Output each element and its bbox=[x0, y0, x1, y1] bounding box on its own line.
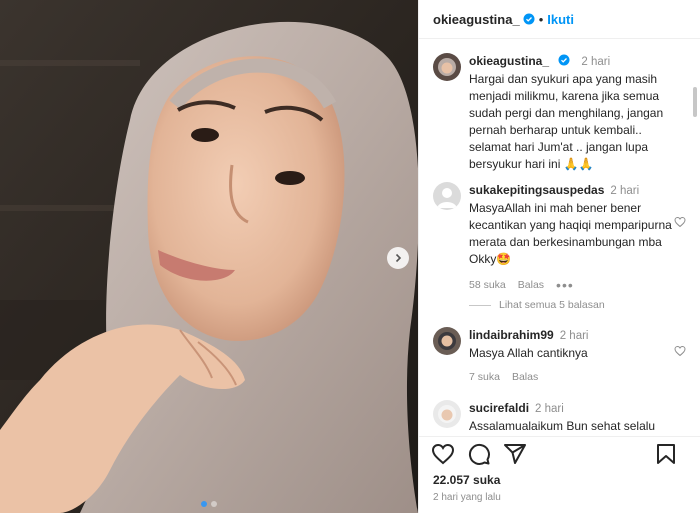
avatar[interactable] bbox=[433, 53, 461, 81]
view-replies-button[interactable]: Lihat semua 5 balasan bbox=[469, 299, 605, 311]
comment-time[interactable]: 2 hari bbox=[535, 403, 564, 415]
avatar[interactable] bbox=[433, 400, 461, 428]
carousel-dot bbox=[211, 501, 217, 507]
comment-item: lindaibrahim99 2 hari Masya Allah cantikn… bbox=[433, 327, 686, 383]
verified-badge-icon bbox=[558, 54, 570, 66]
comment-options-button[interactable]: ••• bbox=[556, 277, 574, 293]
instagram-post: okieagustina_ • Ikuti okieagustina_ 2 ha… bbox=[0, 0, 700, 513]
post-photo bbox=[0, 0, 418, 513]
follow-button[interactable]: Ikuti bbox=[547, 12, 574, 27]
post-username[interactable]: okieagustina_ bbox=[433, 12, 520, 27]
comment-bubble-icon[interactable] bbox=[467, 442, 491, 466]
comment-username[interactable]: lindaibrahim99 bbox=[469, 328, 554, 342]
comment-like-heart-icon[interactable] bbox=[674, 216, 686, 228]
caption: okieagustina_ 2 hari Hargai dan syukuri … bbox=[433, 53, 674, 173]
bookmark-icon[interactable] bbox=[654, 442, 678, 466]
replies-divider-line bbox=[469, 304, 491, 306]
chevron-right-icon bbox=[395, 253, 402, 263]
comment-like-heart-icon[interactable] bbox=[674, 345, 686, 357]
comment-text-block: lindaibrahim99 2 hari Masya Allah cantikn… bbox=[469, 327, 674, 362]
comment-time[interactable]: 2 hari bbox=[610, 185, 639, 197]
carousel-next-button[interactable] bbox=[387, 247, 409, 269]
avatar[interactable] bbox=[433, 327, 461, 355]
paper-plane-icon[interactable] bbox=[503, 442, 527, 466]
comment-text-block: sukakepitingsauspedas 2 hari MasyaAllah i… bbox=[469, 182, 674, 268]
likes-count[interactable]: 22.057 suka bbox=[433, 473, 500, 487]
caption-text: Hargai dan syukuri apa yang masih menjad… bbox=[469, 72, 664, 171]
post-actions-bar bbox=[419, 436, 700, 471]
caption-text-block: okieagustina_ 2 hari Hargai dan syukuri … bbox=[469, 53, 674, 173]
comment-likes[interactable]: 7 suka bbox=[469, 371, 500, 383]
comment-likes[interactable]: 58 suka bbox=[469, 279, 506, 291]
comment-item: sucirefaldi 2 hari Assalamualaikum Bun se… bbox=[433, 400, 674, 435]
scrollbar-thumb[interactable] bbox=[693, 87, 697, 117]
caption-username[interactable]: okieagustina_ bbox=[469, 54, 549, 68]
post-media[interactable] bbox=[0, 0, 418, 513]
comment-time[interactable]: 2 hari bbox=[560, 330, 589, 342]
comment-text: Masya Allah cantiknya bbox=[469, 346, 588, 360]
view-replies-label: Lihat semua 5 balasan bbox=[499, 299, 605, 311]
post-side-panel: okieagustina_ • Ikuti okieagustina_ 2 ha… bbox=[418, 0, 700, 513]
comment-text: Assalamualaikum Bun sehat selalu bbox=[469, 419, 656, 433]
comment-meta: 7 suka Balas bbox=[469, 371, 674, 383]
post-header: okieagustina_ • Ikuti bbox=[419, 0, 700, 39]
carousel-indicator bbox=[0, 501, 418, 507]
comment-username[interactable]: sukakepitingsauspedas bbox=[469, 183, 604, 197]
comment-text-block: sucirefaldi 2 hari Assalamualaikum Bun se… bbox=[469, 400, 674, 435]
comment-item: sukakepitingsauspedas 2 hari MasyaAllah i… bbox=[433, 182, 686, 293]
comment-text: MasyaAllah ini mah bener bener kecantika… bbox=[469, 201, 672, 266]
carousel-dot-active bbox=[201, 501, 207, 507]
avatar[interactable] bbox=[433, 182, 461, 210]
header-separator: • bbox=[538, 11, 544, 27]
post-timestamp: 2 hari yang lalu bbox=[433, 492, 501, 503]
comments-scroll-area[interactable]: okieagustina_ 2 hari Hargai dan syukuri … bbox=[419, 39, 700, 436]
verified-badge-icon bbox=[523, 13, 535, 25]
caption-time[interactable]: 2 hari bbox=[581, 56, 610, 68]
comment-username[interactable]: sucirefaldi bbox=[469, 401, 529, 415]
reply-button[interactable]: Balas bbox=[512, 371, 538, 383]
heart-icon[interactable] bbox=[431, 442, 455, 466]
comment-meta: 58 suka Balas ••• bbox=[469, 277, 674, 293]
reply-button[interactable]: Balas bbox=[518, 279, 544, 291]
